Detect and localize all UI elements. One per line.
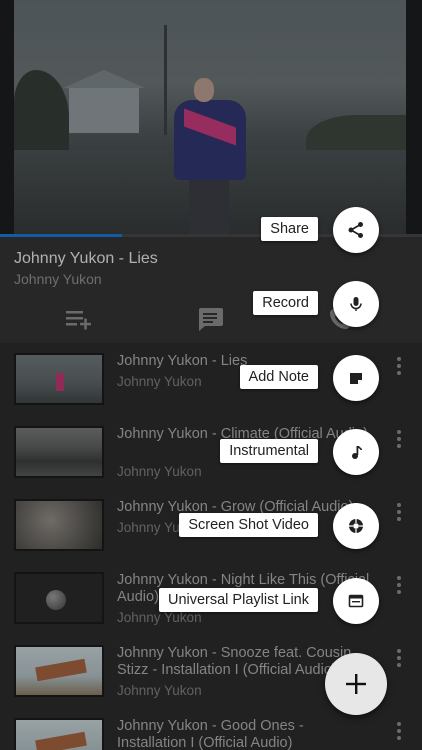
universal-playlist-link-label[interactable]: Universal Playlist Link	[158, 588, 318, 612]
browser-window-icon	[348, 594, 364, 608]
screen-shot-video-button[interactable]	[333, 503, 379, 549]
screen-shot-video-label[interactable]: Screen Shot Video	[179, 513, 318, 537]
mic-icon	[350, 297, 362, 311]
music-note-icon	[352, 445, 363, 459]
fab-close-button[interactable]	[325, 653, 387, 715]
share-icon	[348, 222, 363, 238]
add-note-label[interactable]: Add Note	[239, 365, 318, 389]
add-note-button[interactable]	[333, 355, 379, 401]
share-label[interactable]: Share	[261, 217, 318, 241]
note-icon	[350, 373, 362, 384]
instrumental-label[interactable]: Instrumental	[220, 439, 318, 463]
share-button[interactable]	[333, 207, 379, 253]
record-label[interactable]: Record	[253, 291, 318, 315]
instrumental-button[interactable]	[333, 429, 379, 475]
camera-shutter-icon	[349, 519, 363, 533]
universal-playlist-link-button[interactable]	[333, 578, 379, 624]
plus-icon	[346, 674, 366, 694]
record-button[interactable]	[333, 281, 379, 327]
